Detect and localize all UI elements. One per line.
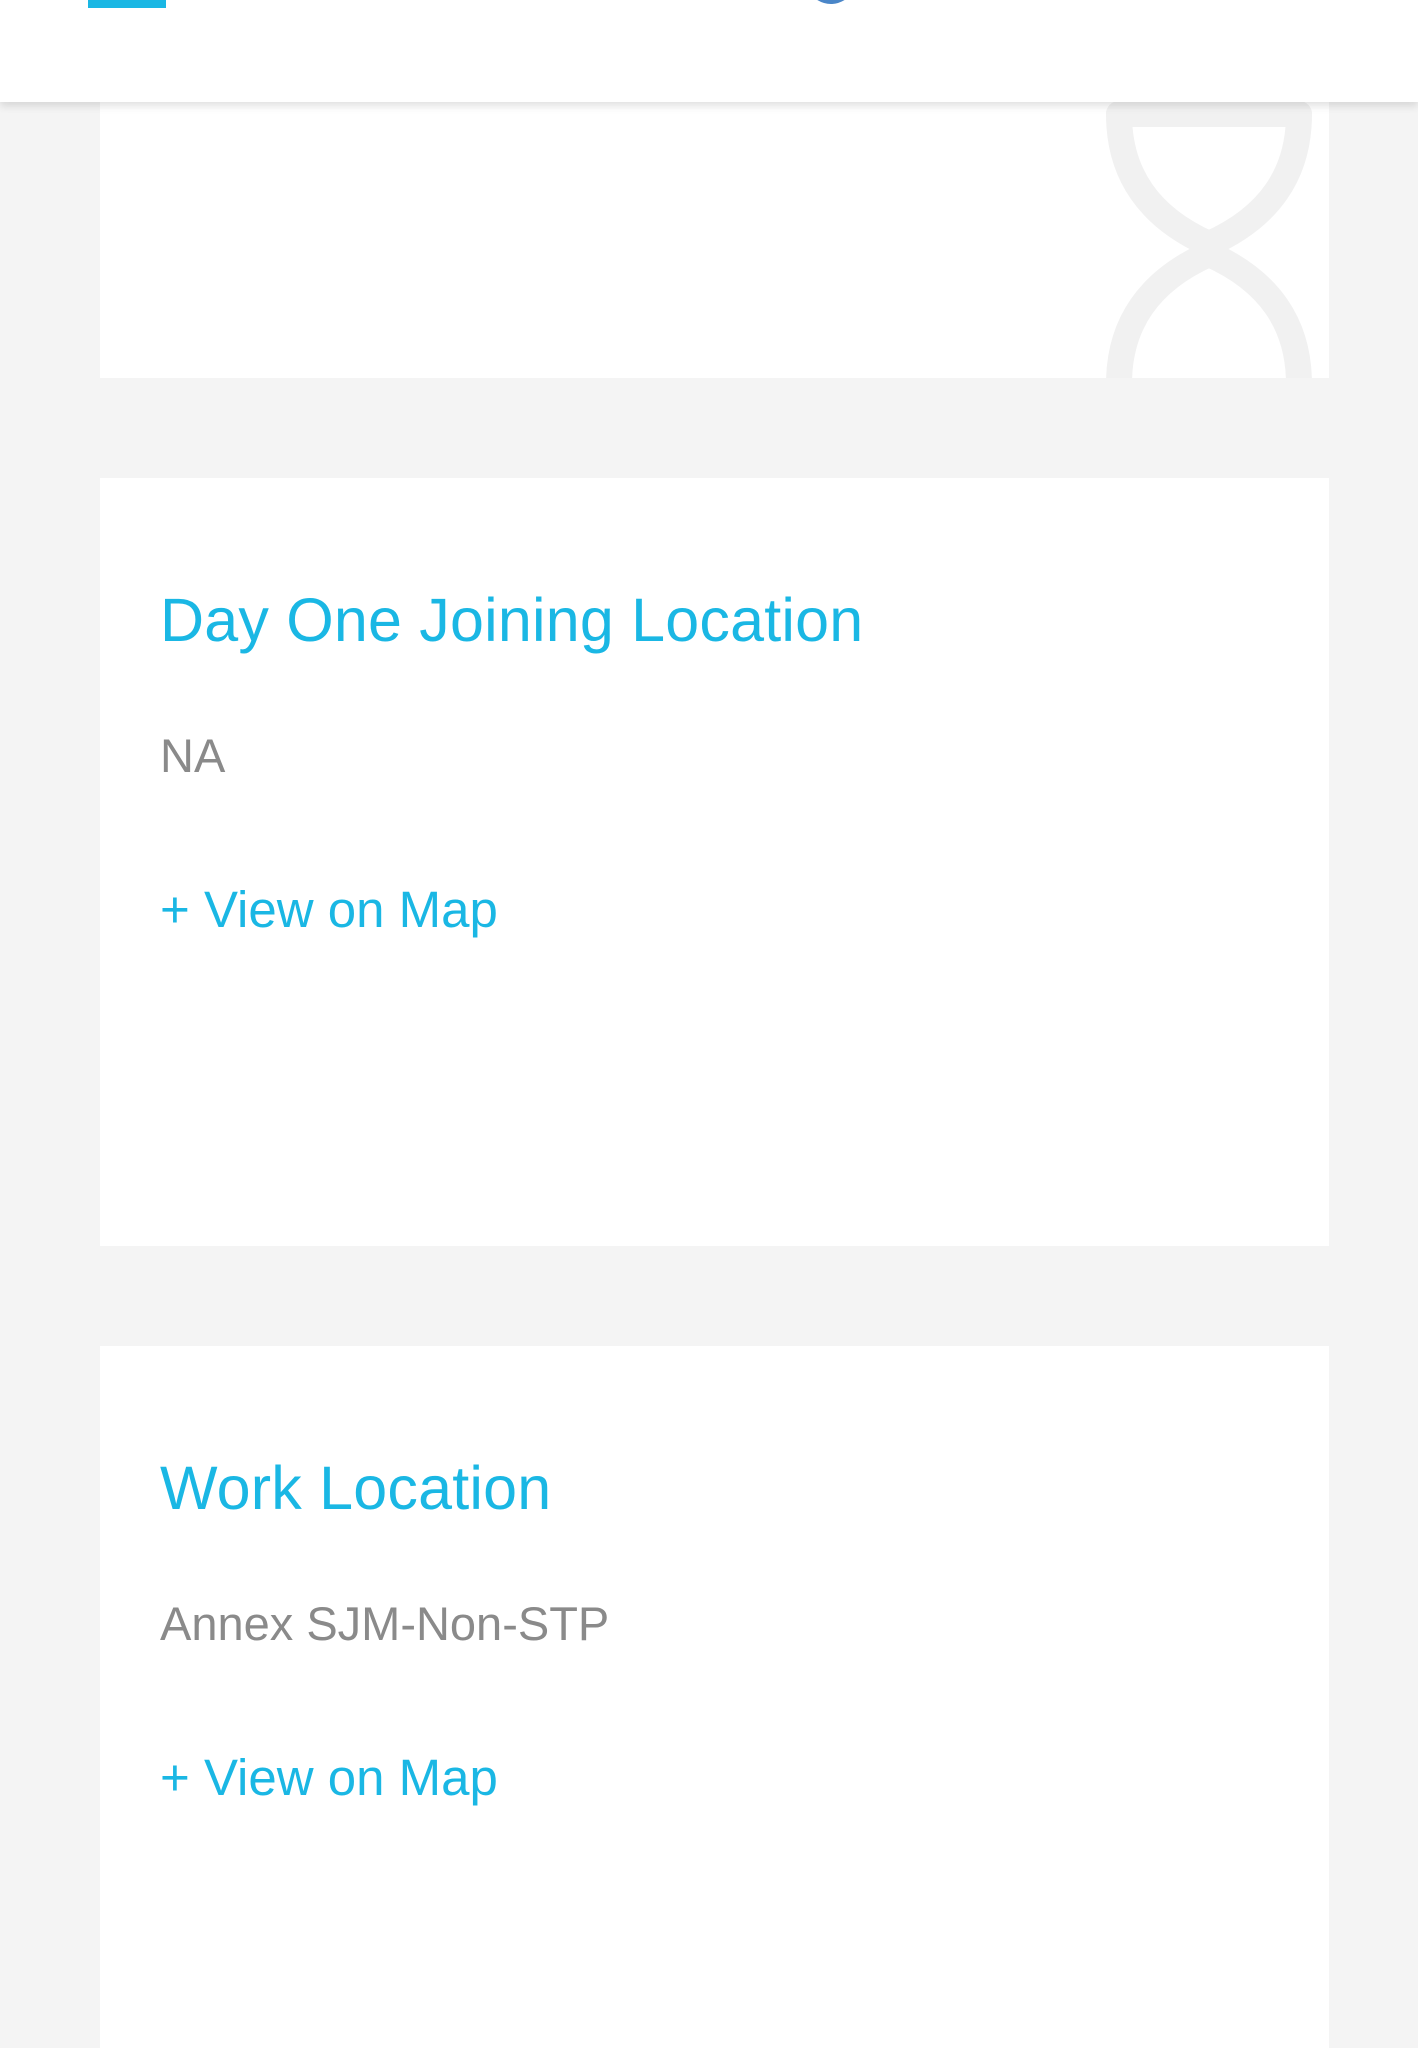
header-logo-fragment <box>817 0 845 4</box>
view-on-map-link[interactable]: + View on Map <box>160 1748 498 1807</box>
day-one-joining-location-card: Day One Joining Location NA + View on Ma… <box>100 478 1329 1246</box>
view-on-map-link[interactable]: + View on Map <box>160 880 498 939</box>
card-value: NA <box>160 729 226 782</box>
card-value: Annex SJM-Non-STP <box>160 1597 610 1650</box>
card-title: Day One Joining Location <box>160 586 864 654</box>
menu-icon[interactable] <box>88 0 166 8</box>
app-header <box>0 0 1418 102</box>
card-title: Work Location <box>160 1454 552 1522</box>
work-location-card: Work Location Annex SJM-Non-STP + View o… <box>100 1346 1329 2048</box>
previous-card <box>100 102 1329 378</box>
hourglass-icon <box>1106 102 1312 378</box>
